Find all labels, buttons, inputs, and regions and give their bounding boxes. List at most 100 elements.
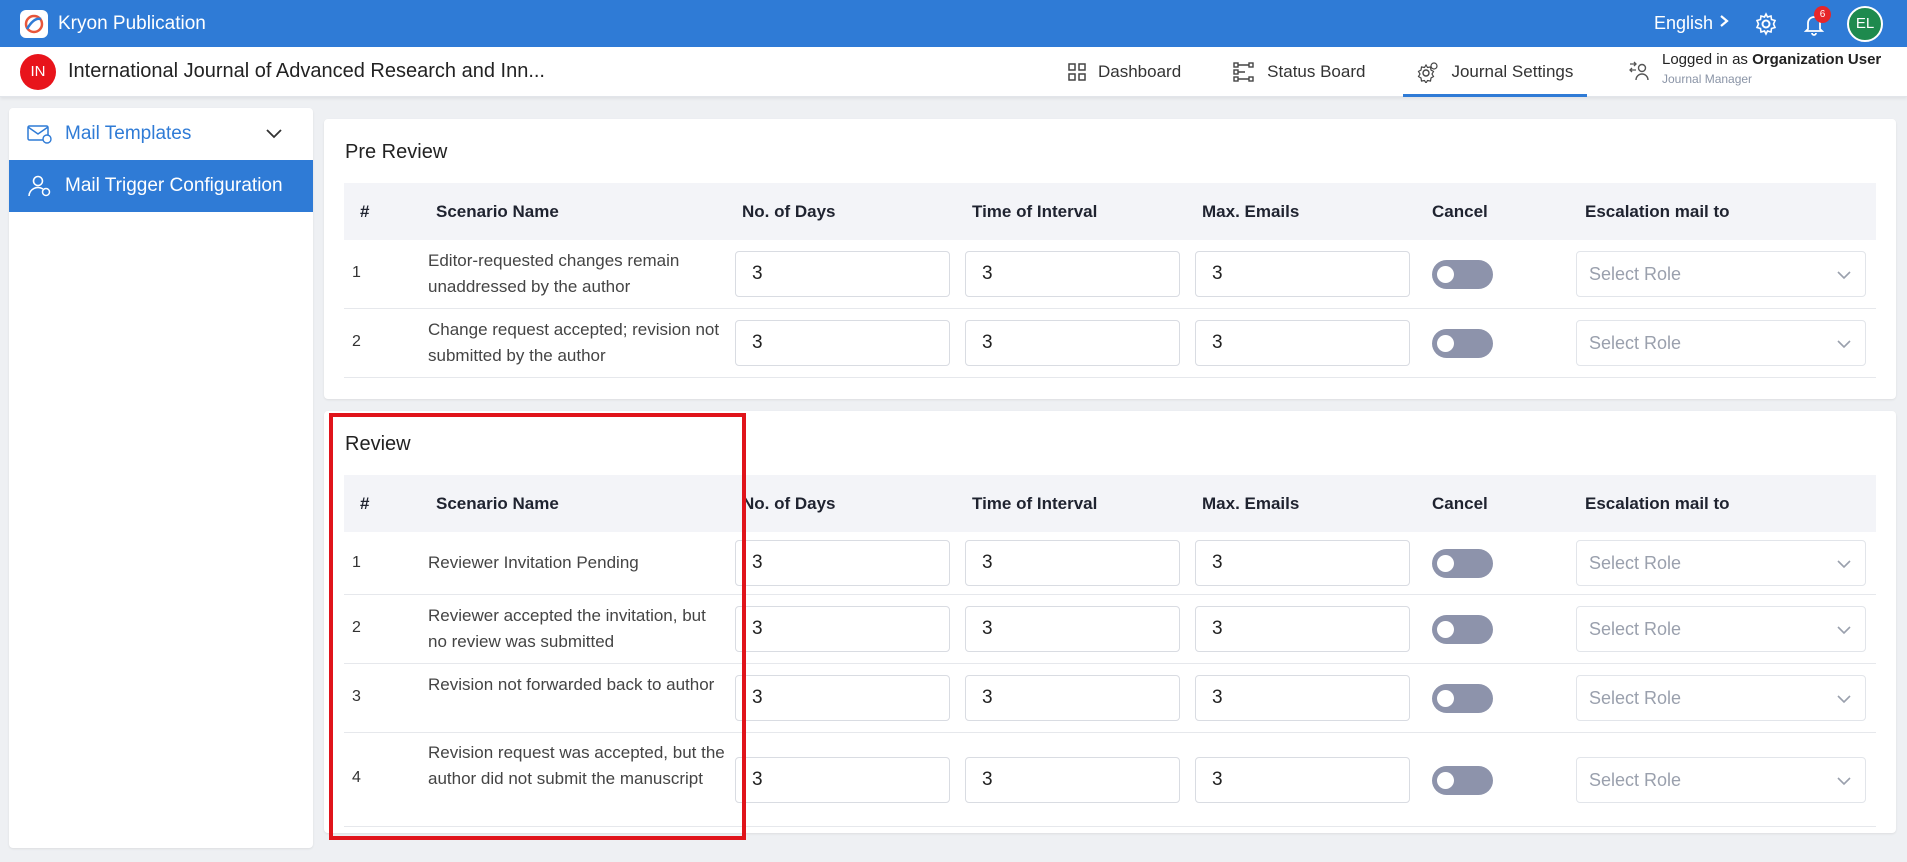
main-nav: Dashboard Status Board Journal Settings (1062, 47, 1619, 97)
row-number: 3 (352, 688, 361, 705)
escalation-role-select[interactable]: Select Role (1576, 606, 1866, 652)
chevron-right-icon (1719, 14, 1729, 33)
table-row: 4 Revision request was accepted, but the… (344, 733, 1876, 827)
escalation-role-select[interactable]: Select Role (1576, 675, 1866, 721)
scenario-name: Change request accepted; revision not su… (428, 320, 720, 365)
interval-input[interactable]: 3 (965, 757, 1180, 803)
chevron-down-icon (1837, 271, 1851, 280)
days-input[interactable]: 3 (735, 251, 950, 297)
scenario-name: Editor-requested changes remain unaddres… (428, 251, 680, 296)
top-bar: Kryon Publication English 6 EL (0, 0, 1907, 47)
col-scenario: Scenario Name (436, 202, 559, 221)
nav-status-board-label: Status Board (1267, 62, 1366, 81)
status-board-icon (1233, 62, 1254, 82)
grid-icon (1068, 63, 1086, 81)
col-cancel: Cancel (1432, 202, 1488, 221)
cancel-toggle[interactable] (1432, 260, 1493, 289)
section-title: Pre Review (345, 141, 448, 163)
user-name: Organization User (1752, 51, 1882, 68)
scenario-name: Revision request was accepted, but the a… (428, 743, 725, 788)
col-interval: Time of Interval (972, 202, 1098, 221)
max-emails-input[interactable]: 3 (1195, 675, 1410, 721)
col-escalation: Escalation mail to (1585, 202, 1730, 221)
interval-input[interactable]: 3 (965, 675, 1180, 721)
cancel-toggle[interactable] (1432, 549, 1493, 578)
table-row: 2 Change request accepted; revision not … (344, 309, 1876, 378)
max-emails-input[interactable]: 3 (1195, 606, 1410, 652)
notifications-button[interactable]: 6 (1799, 5, 1831, 39)
scenario-name: Revision not forwarded back to author (428, 675, 715, 694)
nav-dashboard-label: Dashboard (1098, 62, 1182, 81)
mail-settings-icon (27, 125, 52, 144)
brand[interactable]: Kryon Publication (20, 9, 206, 38)
escalation-role-select[interactable]: Select Role (1576, 251, 1866, 297)
nav-status-board[interactable]: Status Board (1227, 47, 1371, 97)
sidebar-item-mail-templates[interactable]: Mail Templates (9, 108, 313, 160)
col-num: # (360, 202, 370, 221)
nav-dashboard[interactable]: Dashboard (1062, 47, 1187, 97)
cancel-toggle[interactable] (1432, 615, 1493, 644)
chevron-down-icon (1837, 626, 1851, 635)
col-escalation: Escalation mail to (1585, 494, 1730, 513)
select-placeholder: Select Role (1589, 770, 1682, 790)
app-logo-icon (20, 9, 48, 38)
days-input[interactable]: 3 (735, 320, 950, 366)
escalation-role-select[interactable]: Select Role (1576, 320, 1866, 366)
select-placeholder: Select Role (1589, 553, 1682, 573)
app-title: Kryon Publication (58, 12, 206, 34)
table-row: 2 Reviewer accepted the invitation, but … (344, 595, 1876, 664)
sidebar-item-mail-trigger[interactable]: Mail Trigger Configuration (9, 160, 313, 212)
table-header: # Scenario Name No. of Days Time of Inte… (344, 475, 1876, 532)
max-emails-input[interactable]: 3 (1195, 251, 1410, 297)
escalation-role-select[interactable]: Select Role (1576, 540, 1866, 586)
user-switch-icon (1629, 61, 1649, 81)
max-emails-input[interactable]: 3 (1195, 757, 1410, 803)
gear-icon (1755, 11, 1777, 36)
chevron-down-icon (1837, 340, 1851, 349)
days-input[interactable]: 3 (735, 675, 950, 721)
journal-title: International Journal of Advanced Resear… (68, 60, 545, 82)
col-interval: Time of Interval (972, 494, 1098, 513)
settings-gears-icon (1418, 62, 1439, 83)
interval-input[interactable]: 3 (965, 606, 1180, 652)
sidebar-item-label: Mail Trigger Configuration (65, 175, 283, 196)
interval-input[interactable]: 3 (965, 251, 1180, 297)
escalation-role-select[interactable]: Select Role (1576, 757, 1866, 803)
language-label: English (1653, 13, 1713, 33)
cancel-toggle[interactable] (1432, 329, 1493, 358)
scenario-name: Reviewer Invitation Pending (428, 553, 639, 572)
table-row: 1 Reviewer Invitation Pending 3 3 3 Sele… (344, 532, 1876, 595)
cancel-toggle[interactable] (1432, 766, 1493, 795)
days-input[interactable]: 3 (735, 540, 950, 586)
sidebar-item-label: Mail Templates (65, 123, 192, 144)
select-placeholder: Select Role (1589, 333, 1682, 353)
chevron-down-icon[interactable] (265, 124, 283, 142)
section-title: Review (345, 433, 411, 455)
max-emails-input[interactable]: 3 (1195, 320, 1410, 366)
notification-badge: 6 (1814, 5, 1831, 23)
col-max: Max. Emails (1202, 494, 1300, 513)
col-num: # (360, 494, 370, 513)
select-placeholder: Select Role (1589, 619, 1682, 639)
logged-prefix: Logged in as (1662, 51, 1748, 68)
days-input[interactable]: 3 (735, 757, 950, 803)
interval-input[interactable]: 3 (965, 540, 1180, 586)
journal-avatar: IN (20, 53, 56, 90)
col-max: Max. Emails (1202, 202, 1300, 221)
col-days: No. of Days (742, 494, 836, 513)
table-row: 1 Editor-requested changes remain unaddr… (344, 240, 1876, 309)
interval-input[interactable]: 3 (965, 320, 1180, 366)
settings-button[interactable] (1751, 9, 1781, 39)
pre-review-panel: Pre Review # Scenario Name No. of Days T… (324, 119, 1896, 399)
logged-in-user[interactable]: Logged in as Organization User Journal M… (1628, 51, 1881, 86)
days-input[interactable]: 3 (735, 606, 950, 652)
row-number: 1 (352, 554, 361, 571)
user-role: Journal Manager (1662, 72, 1753, 86)
review-panel: Review # Scenario Name No. of Days Time … (324, 411, 1896, 833)
nav-journal-settings[interactable]: Journal Settings (1403, 47, 1588, 97)
language-selector[interactable]: English (1654, 13, 1729, 34)
max-emails-input[interactable]: 3 (1195, 540, 1410, 586)
cancel-toggle[interactable] (1432, 684, 1493, 713)
user-avatar[interactable]: EL (1847, 5, 1883, 42)
scenario-name: Reviewer accepted the invitation, but no… (428, 606, 706, 651)
